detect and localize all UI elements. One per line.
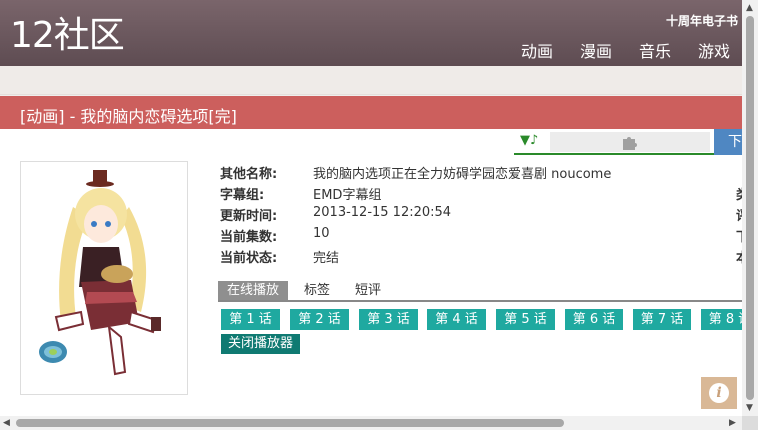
tab-tags[interactable]: 标签	[304, 281, 330, 300]
tab-online-play[interactable]: 在线播放	[218, 281, 289, 300]
episode-button[interactable]: 第 5 话	[496, 309, 555, 330]
sub-bar	[0, 66, 742, 95]
detail-tabs: 在线播放 标签 短评	[218, 281, 742, 302]
music-icon[interactable]: ▼♪	[520, 133, 538, 148]
tab-comments[interactable]: 短评	[355, 281, 381, 300]
info-row-update-time: 更新时间: 2013-12-15 12:20:54 评	[220, 205, 742, 224]
puzzle-icon[interactable]	[550, 132, 710, 152]
nav-item-games[interactable]: 游戏	[698, 38, 730, 62]
horizontal-scrollbar[interactable]: ◀ ▶	[0, 416, 742, 430]
episode-button[interactable]: 第 4 话	[427, 309, 486, 330]
scroll-up-arrow-icon[interactable]: ▲	[746, 3, 753, 13]
horizontal-scroll-thumb[interactable]	[16, 419, 564, 427]
episode-list: 第 1 话 第 2 话 第 3 话 第 4 话 第 5 话 第 6 话 第 7 …	[221, 309, 742, 331]
scroll-down-arrow-icon[interactable]: ▼	[746, 403, 753, 413]
anime-info: 其他名称: 我的脑内选项正在全力妨碍学园恋爱喜剧 noucome 字幕组: EM…	[220, 163, 742, 268]
anime-cover-image	[20, 161, 188, 395]
page-title: [动画] - 我的脑内恋碍选项[完]	[20, 107, 237, 126]
nav-item-anime[interactable]: 动画	[521, 38, 553, 62]
player-bar: ▼♪	[514, 131, 714, 155]
nav-item-music[interactable]: 音乐	[639, 38, 671, 62]
main-content: ▼♪ 下 其他名称: 我的脑内选项正在全力妨碍学园恋爱喜剧 noucome 字幕…	[0, 129, 742, 416]
info-row-status: 当前状态: 完结 本	[220, 251, 742, 266]
anniversary-link[interactable]: 十周年电子书	[666, 12, 738, 29]
nav-item-manga[interactable]: 漫画	[580, 38, 612, 62]
close-player-button[interactable]: 关闭播放器	[221, 334, 301, 354]
download-button[interactable]: 下	[714, 129, 742, 155]
site-header: 12社区 十周年电子书 动画 漫画 音乐 游戏	[0, 0, 742, 66]
main-nav: 动画 漫画 音乐 游戏	[521, 38, 730, 62]
vertical-scrollbar[interactable]: ▲ ▼	[742, 0, 758, 416]
episode-button[interactable]: 第 7 话	[633, 309, 691, 330]
scrollbar-corner	[742, 416, 758, 430]
info-row-subgroup: 字幕组: EMD字幕组 类	[220, 188, 742, 203]
episode-button[interactable]: 第 8 话	[701, 309, 742, 330]
vertical-scroll-thumb[interactable]	[746, 16, 754, 400]
episode-button[interactable]: 第 2 话	[290, 309, 349, 330]
episode-button[interactable]: 第 1 话	[221, 309, 280, 330]
site-logo[interactable]: 12社区	[10, 14, 125, 58]
info-icon: i	[709, 383, 729, 403]
episode-button[interactable]: 第 3 话	[359, 309, 418, 330]
episode-button[interactable]: 第 6 话	[565, 309, 623, 330]
info-row-episode-count: 当前集数: 10 下	[220, 226, 742, 245]
scroll-right-arrow-icon[interactable]: ▶	[729, 418, 736, 428]
title-bar: [动画] - 我的脑内恋碍选项[完]	[0, 96, 742, 129]
info-row-other-name: 其他名称: 我的脑内选项正在全力妨碍学园恋爱喜剧 noucome	[220, 167, 612, 182]
info-button[interactable]: i	[701, 377, 737, 409]
scroll-left-arrow-icon[interactable]: ◀	[3, 418, 10, 428]
